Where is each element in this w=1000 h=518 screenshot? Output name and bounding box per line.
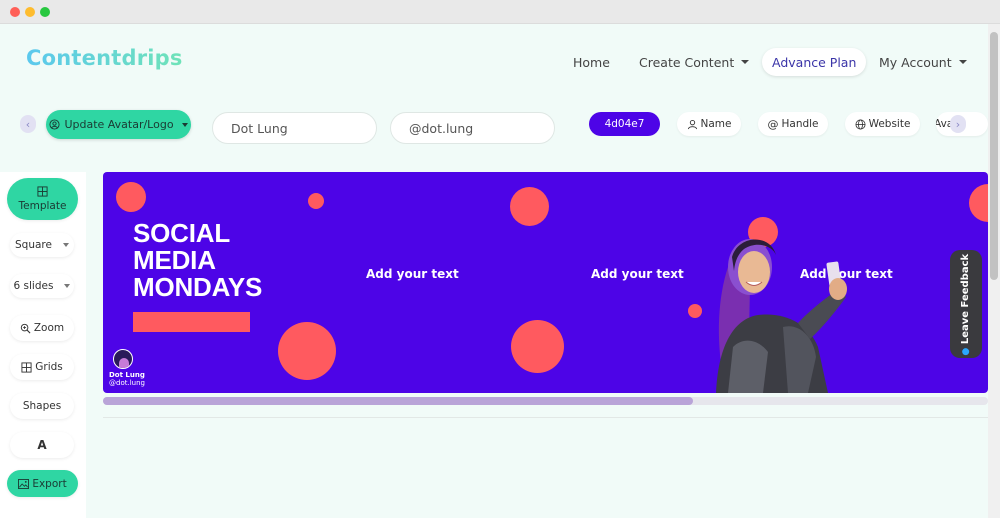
grids-button[interactable]: Grids [10,354,74,380]
minimize-window-button[interactable] [25,7,35,17]
shapes-label: Shapes [22,400,62,412]
headline-line: MONDAYS [133,272,263,302]
chevron-right-icon: › [955,117,961,131]
leave-feedback-button[interactable]: Leave Feedback [950,250,982,358]
image-icon [18,478,30,489]
template-label: Template [18,200,67,212]
toggle-handle-button[interactable]: @ Handle [758,112,828,136]
maximize-window-button[interactable] [40,7,50,17]
grid-square-icon [37,186,48,197]
headline-line: MEDIA [133,245,216,275]
decor-circle [510,187,549,226]
decor-circle [511,320,564,373]
handle-input[interactable]: @dot.lung [390,112,555,144]
tools-sidebar: Template Square 6 slides Zoom Grids Shap… [0,172,86,518]
nav-create-content-label: Create Content [639,54,735,70]
window-titlebar [0,0,1000,24]
text-tool-button[interactable]: A [10,432,74,458]
slide-text-placeholder[interactable]: Add your text [366,267,459,281]
decor-circle [308,193,324,209]
chevron-down-icon [181,122,188,127]
at-icon: @ [767,117,779,131]
user-icon [687,119,697,129]
toolbar-scroll-left-button[interactable]: ‹ [20,115,36,133]
export-button[interactable]: Export [7,470,78,497]
decor-circle [116,182,146,212]
export-label: Export [32,477,67,490]
avatar [113,349,133,369]
slide-text-placeholder[interactable]: Add your text [591,267,684,281]
nav-home[interactable]: Home [573,48,610,76]
section-divider [103,417,988,418]
nav-my-account[interactable]: My Account [879,48,967,76]
size-select-value: Square [15,239,52,251]
canvas-horizontal-scrollbar[interactable] [103,397,988,405]
decor-circle [969,184,988,222]
nav-advance-plan-label: Advance Plan [772,54,857,70]
grid-icon [21,361,32,373]
nav-home-label: Home [573,54,610,70]
toggle-handle-label: Handle [781,118,819,130]
close-window-button[interactable] [10,7,20,17]
chevron-down-icon [64,284,71,288]
toggle-name-button[interactable]: Name [677,112,741,136]
update-avatar-button[interactable]: Update Avatar/Logo [46,110,191,139]
color-hex-label: 4d04e7 [604,118,645,130]
globe-icon [855,119,866,129]
page-vertical-scrollbar[interactable] [988,24,1000,518]
slides-select-value: 6 slides [13,280,54,292]
chevron-down-icon [958,60,967,64]
handle-input-value: @dot.lung [409,120,474,136]
feedback-dot-icon [962,347,970,355]
nav-my-account-label: My Account [879,54,952,70]
leave-feedback-label: Leave Feedback [960,253,972,344]
shapes-button[interactable]: Shapes [10,393,74,419]
brand-logo[interactable]: Contentdrips [26,46,183,70]
size-select[interactable]: Square [10,233,74,257]
decor-circle [278,322,336,380]
zoom-icon [20,323,31,333]
toggle-name-label: Name [700,118,732,130]
zoom-button[interactable]: Zoom [10,315,74,341]
name-input-value: Dot Lung [231,120,288,136]
headline-line: SOCIAL [133,218,231,248]
brand-badge-name: Dot Lung [109,371,145,379]
nav-create-content[interactable]: Create Content [639,48,750,76]
carousel-canvas[interactable]: SOCIAL MEDIA MONDAYS Add your text Add y… [103,172,988,393]
name-input[interactable]: Dot Lung [212,112,377,144]
zoom-label: Zoom [33,322,65,334]
scrollbar-thumb[interactable] [103,397,693,405]
color-picker-button[interactable]: 4d04e7 [589,112,660,136]
user-circle-icon [49,119,60,130]
toolbar-scroll-right-button[interactable]: › [950,115,966,133]
scrollbar-thumb[interactable] [990,32,998,280]
app-root: Contentdrips Home Create Content Advance… [0,24,988,518]
nav-advance-plan[interactable]: Advance Plan [762,48,867,76]
brand-badge-handle: @dot.lung [109,379,145,387]
woman-selfie-photo[interactable] [688,227,868,393]
toggle-website-label: Website [868,118,911,130]
brand-badge[interactable]: Dot Lung @dot.lung [109,349,145,387]
template-button[interactable]: Template [7,178,78,220]
chevron-down-icon [62,243,69,247]
toggle-website-button[interactable]: Website [845,112,920,136]
chevron-down-icon [741,60,750,64]
grids-label: Grids [35,361,63,373]
slide-headline[interactable]: SOCIAL MEDIA MONDAYS [133,220,262,301]
chevron-left-icon: ‹ [25,117,31,131]
update-avatar-label: Update Avatar/Logo [64,118,174,131]
slides-select[interactable]: 6 slides [10,274,74,298]
text-tool-label: A [37,438,47,452]
headline-accent-bar[interactable] [133,312,250,332]
